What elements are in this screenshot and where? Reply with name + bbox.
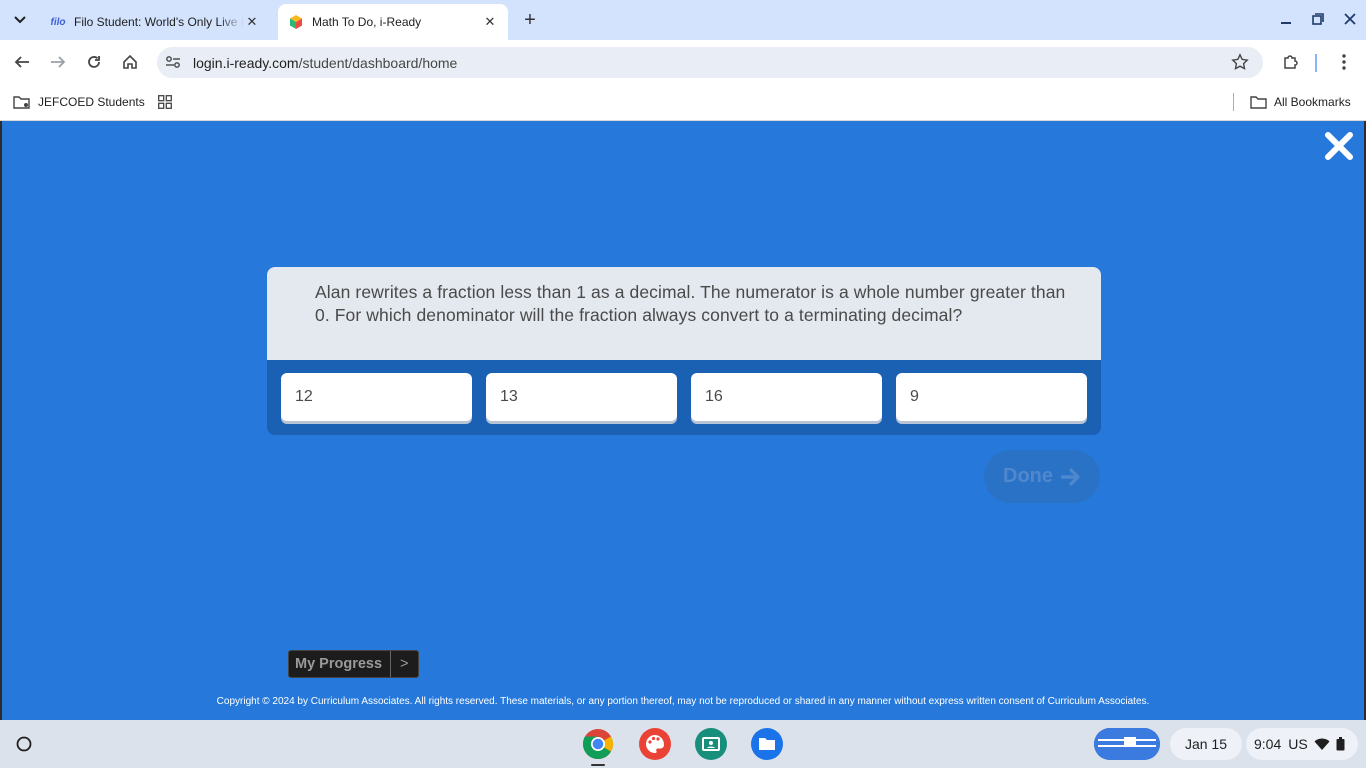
back-button[interactable]: [10, 50, 34, 74]
tab-strip: filo Filo Student: World's Only Live Ins…: [0, 0, 1366, 40]
os-shelf: Jan 15 9:04 US: [0, 720, 1366, 768]
exit-lesson-button[interactable]: [1324, 131, 1354, 161]
close-icon: [1344, 13, 1356, 25]
address-bar[interactable]: login.i-ready.com/student/dashboard/home: [157, 47, 1263, 78]
tab-iready[interactable]: Math To Do, i-Ready ✕: [278, 4, 508, 40]
managed-folder-icon: [13, 96, 30, 109]
my-progress-button[interactable]: My Progress >: [288, 650, 419, 678]
bookmark-star-icon[interactable]: [1231, 53, 1249, 71]
holding-space-tray[interactable]: [1094, 728, 1160, 760]
close-x-icon: [1325, 132, 1353, 160]
close-window-button[interactable]: [1338, 8, 1362, 30]
arrow-right-icon: [1061, 467, 1080, 486]
forward-arrow-icon: [51, 56, 66, 68]
chevron-right-icon: >: [390, 651, 417, 677]
tab-title: Filo Student: World's Only Live Instant …: [74, 15, 244, 29]
url-path: /student/dashboard/home: [298, 55, 458, 71]
close-tab-icon[interactable]: ✕: [482, 14, 498, 30]
extensions-button[interactable]: [1279, 50, 1303, 74]
puzzle-icon: [1284, 55, 1298, 69]
battery-icon: [1336, 737, 1345, 751]
chrome-app-icon[interactable]: [582, 728, 614, 760]
canvas-app-icon[interactable]: [639, 728, 671, 760]
answer-choice[interactable]: 13: [486, 373, 677, 421]
chevron-down-icon: [14, 16, 26, 24]
browser-menu-button[interactable]: [1332, 50, 1356, 74]
apps-shortcut[interactable]: [158, 93, 179, 111]
url-text[interactable]: login.i-ready.com/student/dashboard/home: [193, 55, 457, 71]
bookmarks-divider: [1233, 93, 1234, 111]
folder-icon: [1250, 95, 1267, 109]
filo-favicon-icon: filo: [50, 16, 66, 28]
close-tab-icon[interactable]: ✕: [244, 14, 260, 30]
bookmarks-bar: JEFCOED Students All Bookmarks: [0, 85, 1366, 121]
launcher-circle-icon: [16, 736, 32, 752]
question-text: Alan rewrites a fraction less than 1 as …: [315, 282, 1066, 325]
time-text: 9:04: [1254, 736, 1282, 752]
done-button[interactable]: Done: [984, 450, 1100, 503]
reload-button[interactable]: [82, 50, 106, 74]
back-arrow-icon: [14, 56, 29, 68]
new-tab-button[interactable]: +: [518, 10, 542, 30]
tab-title: Math To Do, i-Ready: [312, 15, 422, 29]
done-label: Done: [1003, 465, 1053, 487]
reload-icon: [88, 56, 100, 68]
minimize-button[interactable]: [1274, 8, 1298, 30]
holding-space-icon: [1094, 728, 1160, 760]
restore-button[interactable]: [1306, 8, 1330, 30]
locale-text: US: [1288, 736, 1308, 752]
answer-choice[interactable]: 9: [896, 373, 1087, 421]
tab-filo[interactable]: filo Filo Student: World's Only Live Ins…: [40, 4, 270, 40]
bookmark-label: JEFCOED Students: [38, 95, 145, 109]
question-panel: Alan rewrites a fraction less than 1 as …: [267, 267, 1101, 360]
apps-grid-icon: [158, 95, 172, 109]
more-vert-icon: [1342, 54, 1346, 70]
forward-button[interactable]: [46, 50, 70, 74]
my-progress-label: My Progress: [295, 656, 383, 672]
url-host: login.i-ready.com: [193, 55, 299, 71]
copyright-notice: Copyright © 2024 by Curriculum Associate…: [216, 696, 1150, 707]
status-tray[interactable]: 9:04 US: [1246, 728, 1358, 760]
toolbar-divider: [1315, 54, 1317, 72]
tab-search-button[interactable]: [6, 8, 34, 32]
answer-choices: 12 13 16 9: [267, 360, 1101, 435]
chrome-running-indicator: [591, 764, 605, 766]
wifi-icon: [1314, 738, 1330, 750]
minimize-icon: [1281, 22, 1291, 24]
browser-toolbar: login.i-ready.com/student/dashboard/home: [0, 40, 1366, 85]
answer-choice[interactable]: 12: [281, 373, 472, 421]
answer-choice[interactable]: 16: [691, 373, 882, 421]
iready-cube-icon: [288, 14, 304, 30]
site-settings-icon[interactable]: [165, 54, 181, 70]
all-bookmarks-label: All Bookmarks: [1274, 95, 1351, 109]
launcher-button[interactable]: [10, 730, 38, 758]
restore-icon: [1312, 13, 1324, 25]
date-tray[interactable]: Jan 15: [1170, 728, 1242, 760]
classroom-app-icon[interactable]: [695, 728, 727, 760]
files-app-icon[interactable]: [751, 728, 783, 760]
lesson-area: Alan rewrites a fraction less than 1 as …: [0, 121, 1366, 720]
home-button[interactable]: [118, 50, 142, 74]
date-text: Jan 15: [1184, 736, 1228, 752]
bookmark-folder-jefcoed[interactable]: JEFCOED Students: [13, 93, 145, 111]
home-icon: [123, 54, 137, 69]
question-card: Alan rewrites a fraction less than 1 as …: [267, 267, 1101, 435]
all-bookmarks-button[interactable]: All Bookmarks: [1250, 93, 1351, 111]
